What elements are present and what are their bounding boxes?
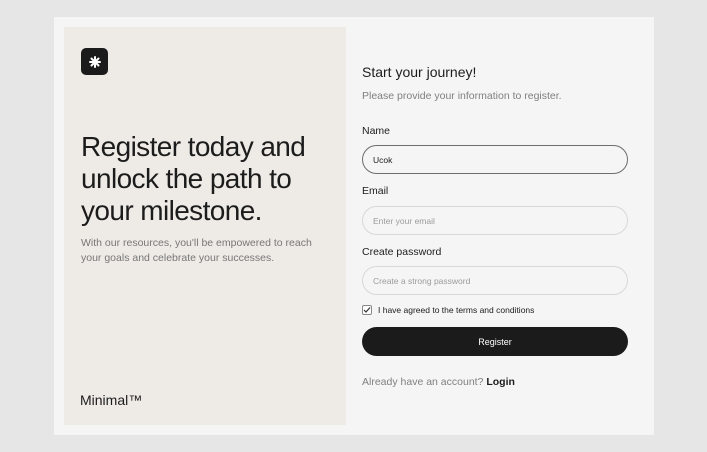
terms-label: I have agreed to the terms and condition… bbox=[378, 305, 535, 315]
name-label: Name bbox=[362, 125, 391, 137]
login-prompt: Already have an account? bbox=[362, 376, 484, 388]
password-label: Create password bbox=[362, 246, 442, 258]
brand-name: Minimal™ bbox=[80, 392, 143, 408]
register-button[interactable]: Register bbox=[362, 327, 628, 356]
hero-headline: Register today and unlock the path to yo… bbox=[81, 131, 306, 226]
hero-subtext: With our resources, you'll be empowered … bbox=[81, 237, 312, 264]
form-title: Start your journey! bbox=[362, 64, 477, 80]
terms-checkbox[interactable] bbox=[362, 305, 372, 315]
password-field[interactable]: Create a strong password bbox=[362, 266, 628, 295]
register-card: Register today and unlock the path to yo… bbox=[54, 17, 654, 435]
name-field[interactable]: Ucok bbox=[362, 145, 628, 174]
terms-row: I have agreed to the terms and condition… bbox=[362, 305, 534, 315]
email-field[interactable]: Enter your email bbox=[362, 206, 628, 235]
email-label: Email bbox=[362, 185, 389, 197]
login-link[interactable]: Login bbox=[486, 376, 515, 388]
asterisk-icon bbox=[88, 55, 101, 68]
hero-panel: Register today and unlock the path to yo… bbox=[64, 27, 346, 425]
logo bbox=[81, 48, 108, 75]
login-row: Already have an account? Login bbox=[362, 376, 515, 388]
form-subtitle: Please provide your information to regis… bbox=[362, 90, 562, 102]
check-icon bbox=[363, 307, 371, 313]
register-form: Start your journey! Please provide your … bbox=[362, 17, 628, 435]
